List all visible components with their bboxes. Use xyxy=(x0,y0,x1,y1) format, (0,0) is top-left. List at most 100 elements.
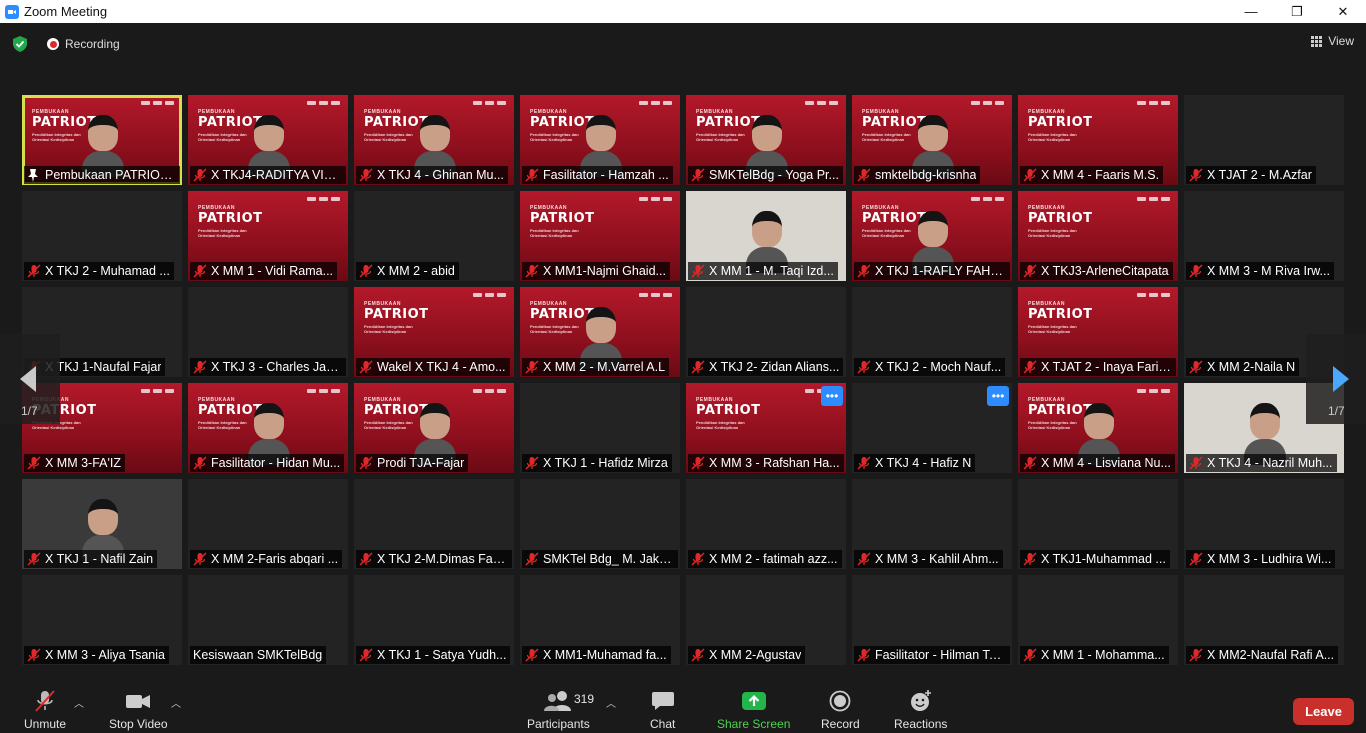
participant-tile[interactable]: PEMBUKAANPATRIOTPendidikan Integritas da… xyxy=(852,95,1012,185)
leave-button[interactable]: Leave xyxy=(1293,698,1354,725)
participant-tile[interactable]: X MM 1 - M. Taqi Izd... xyxy=(686,191,846,281)
participant-tile[interactable]: PEMBUKAANPATRIOTPendidikan Integritas da… xyxy=(1018,191,1178,281)
participant-tile[interactable]: X MM 3 - Kahlil Ahm... xyxy=(852,479,1012,569)
mic-muted-icon xyxy=(857,360,871,374)
unmute-label: Unmute xyxy=(24,717,67,731)
slide-line-3: Pendidikan Integritas dan Orientasi Kedi… xyxy=(862,228,911,238)
participant-name-bar: X TKJ 2- Zidan Alians... xyxy=(688,358,844,376)
share-screen-icon xyxy=(741,689,767,713)
stop-video-button[interactable]: Stop Video xyxy=(109,689,168,731)
participant-tile[interactable]: X MM 3 - M Riva Irw... xyxy=(1184,191,1344,281)
participant-name: X MM 2 - M.Varrel A.L xyxy=(543,360,666,374)
participant-tile[interactable]: PEMBUKAANPATRIOTPendidikan Integritas da… xyxy=(1018,287,1178,377)
video-camera-icon xyxy=(125,689,151,713)
participant-tile[interactable]: X MM 2 - fatimah azz... xyxy=(686,479,846,569)
tile-more-options-button[interactable]: ••• xyxy=(821,386,843,406)
page-indicator-right: 1/7 xyxy=(1328,404,1345,418)
recording-indicator[interactable]: Recording xyxy=(41,34,126,54)
participant-tile[interactable]: PEMBUKAANPATRIOTPendidikan Integritas da… xyxy=(188,95,348,185)
participant-tile[interactable]: X MM1-Muhamad fa... xyxy=(520,575,680,665)
participant-tile[interactable]: X MM 2 - abid xyxy=(354,191,514,281)
participant-tile[interactable]: X TKJ 2-M.Dimas Fah... xyxy=(354,479,514,569)
mic-muted-icon xyxy=(525,456,539,470)
participant-tile[interactable]: X TKJ 1 - Satya Yudh... xyxy=(354,575,514,665)
participant-tile[interactable]: X MM 3 - Ludhira Wi... xyxy=(1184,479,1344,569)
participant-name-bar: X MM 3 - M Riva Irw... xyxy=(1186,262,1334,280)
participant-name: X TKJ 4 - Hafiz N xyxy=(875,456,972,470)
reactions-button[interactable]: Reactions xyxy=(894,689,947,731)
participant-tile[interactable]: Fasilitator - Hilman Ta... xyxy=(852,575,1012,665)
slide-logos xyxy=(1137,197,1170,201)
participant-name-bar: X MM 2-Agustav xyxy=(688,646,806,664)
participant-tile[interactable]: X TJAT 2 - M.Azfar xyxy=(1184,95,1344,185)
participant-name: SMKTelBdg - Yoga Pr... xyxy=(709,168,839,182)
mic-muted-icon xyxy=(193,168,207,182)
mic-muted-icon xyxy=(359,456,373,470)
participant-tile[interactable]: PEMBUKAANPATRIOTPendidikan Integritas da… xyxy=(354,383,514,473)
participant-name-bar: Kesiswaan SMKTelBdg xyxy=(190,646,327,664)
participant-tile[interactable]: PEMBUKAANPATRIOTPendidikan Integritas da… xyxy=(22,95,182,185)
slide-title: PEMBUKAANPATRIOT Pendidikan Integritas da… xyxy=(1028,109,1093,142)
participant-tile[interactable]: Kesiswaan SMKTelBdg xyxy=(188,575,348,665)
participant-name-bar: X MM 3 - Ludhira Wi... xyxy=(1186,550,1336,568)
mic-muted-icon xyxy=(691,360,705,374)
title-bar: Zoom Meeting — ❐ ✕ xyxy=(0,0,1366,23)
participant-tile[interactable]: PEMBUKAANPATRIOTPendidikan Integritas da… xyxy=(188,383,348,473)
participant-name-bar: X MM 4 - Faaris M.S. xyxy=(1020,166,1164,184)
participant-tile[interactable]: ••• X TKJ 4 - Hafiz N xyxy=(852,383,1012,473)
participant-tile[interactable]: PEMBUKAANPATRIOTPendidikan Integritas da… xyxy=(188,191,348,281)
participant-name-bar: X TKJ1-Muhammad ... xyxy=(1020,550,1170,568)
participant-name: X TKJ 1 - Satya Yudh... xyxy=(377,648,507,662)
participant-tile[interactable]: X MM 3 - Aliya Tsania xyxy=(22,575,182,665)
participant-tile[interactable]: X TKJ1-Muhammad ... xyxy=(1018,479,1178,569)
mic-muted-icon xyxy=(525,264,539,278)
participant-tile[interactable]: X MM 2-Agustav xyxy=(686,575,846,665)
participant-tile[interactable]: X TKJ 2- Zidan Alians... xyxy=(686,287,846,377)
window-title: Zoom Meeting xyxy=(24,4,108,19)
participant-name-bar: X MM 1 - Mohamma... xyxy=(1020,646,1169,664)
mic-muted-icon xyxy=(1023,264,1037,278)
participant-name-bar: X MM 3 - Kahlil Ahm... xyxy=(854,550,1003,568)
participant-tile[interactable]: PEMBUKAANPATRIOTPendidikan Integritas da… xyxy=(354,95,514,185)
close-button[interactable]: ✕ xyxy=(1320,0,1366,23)
share-screen-label: Share Screen xyxy=(717,717,791,731)
participant-tile[interactable]: X TKJ 2 - Moch Nauf... xyxy=(852,287,1012,377)
participant-tile[interactable]: X TKJ 1 - Hafidz Mirza xyxy=(520,383,680,473)
participant-tile[interactable]: PEMBUKAANPATRIOTPendidikan Integritas da… xyxy=(354,287,514,377)
participant-name-bar: Pembukaan PATRIOT ... xyxy=(24,166,180,184)
mic-muted-icon xyxy=(359,264,373,278)
video-options-caret-icon[interactable]: ︿ xyxy=(171,695,181,710)
recording-label: Recording xyxy=(65,37,120,51)
participant-tile[interactable]: PEMBUKAANPATRIOTPendidikan Integritas da… xyxy=(520,191,680,281)
slide-line-2: PATRIOT xyxy=(364,307,429,322)
participant-tile[interactable]: X TKJ 2 - Muhamad ... xyxy=(22,191,182,281)
participant-tile[interactable]: X MM 1 - Mohamma... xyxy=(1018,575,1178,665)
participant-tile[interactable]: PEMBUKAANPATRIOTPendidikan Integritas da… xyxy=(852,191,1012,281)
participant-tile[interactable]: X TKJ 1 - Nafil Zain xyxy=(22,479,182,569)
maximize-button[interactable]: ❐ xyxy=(1274,0,1320,23)
audio-options-caret-icon[interactable]: ︿ xyxy=(74,695,84,710)
participant-tile[interactable]: X TKJ 3 - Charles Jan... xyxy=(188,287,348,377)
participant-tile[interactable]: PEMBUKAANPATRIOTPendidikan Integritas da… xyxy=(1018,95,1178,185)
security-shield-icon[interactable] xyxy=(13,36,27,52)
unmute-button[interactable]: Unmute xyxy=(24,689,66,731)
participant-tile[interactable]: X MM2-Naufal Rafi A... xyxy=(1184,575,1344,665)
participant-tile[interactable]: SMKTel Bdg_ M. Jaka... xyxy=(520,479,680,569)
participant-tile[interactable]: PEMBUKAANPATRIOTPendidikan Integritas da… xyxy=(686,95,846,185)
chat-button[interactable]: Chat xyxy=(650,689,675,731)
recording-dot-icon xyxy=(47,38,59,50)
participant-name: SMKTel Bdg_ M. Jaka... xyxy=(543,552,674,566)
share-screen-button[interactable]: Share Screen xyxy=(717,689,790,731)
participant-name: X TJAT 2 - Inaya Farid... xyxy=(1041,360,1172,374)
participant-tile[interactable]: PEMBUKAANPATRIOTPendidikan Integritas da… xyxy=(520,287,680,377)
participant-tile[interactable]: PEMBUKAANPATRIOTPendidikan Integritas da… xyxy=(1018,383,1178,473)
tile-more-options-button[interactable]: ••• xyxy=(987,386,1009,406)
record-button[interactable]: Record xyxy=(821,689,860,731)
participants-options-caret-icon[interactable]: ︿ xyxy=(606,695,616,710)
minimize-button[interactable]: — xyxy=(1228,0,1274,23)
view-button[interactable]: View xyxy=(1311,34,1354,48)
participant-tile[interactable]: PEMBUKAANPATRIOTPendidikan Integritas da… xyxy=(686,383,846,473)
participant-tile[interactable]: X MM 2-Faris abqari ... xyxy=(188,479,348,569)
slide-line-3: Pendidikan Integritas dan Orientasi Kedi… xyxy=(198,420,247,430)
participant-tile[interactable]: PEMBUKAANPATRIOTPendidikan Integritas da… xyxy=(520,95,680,185)
